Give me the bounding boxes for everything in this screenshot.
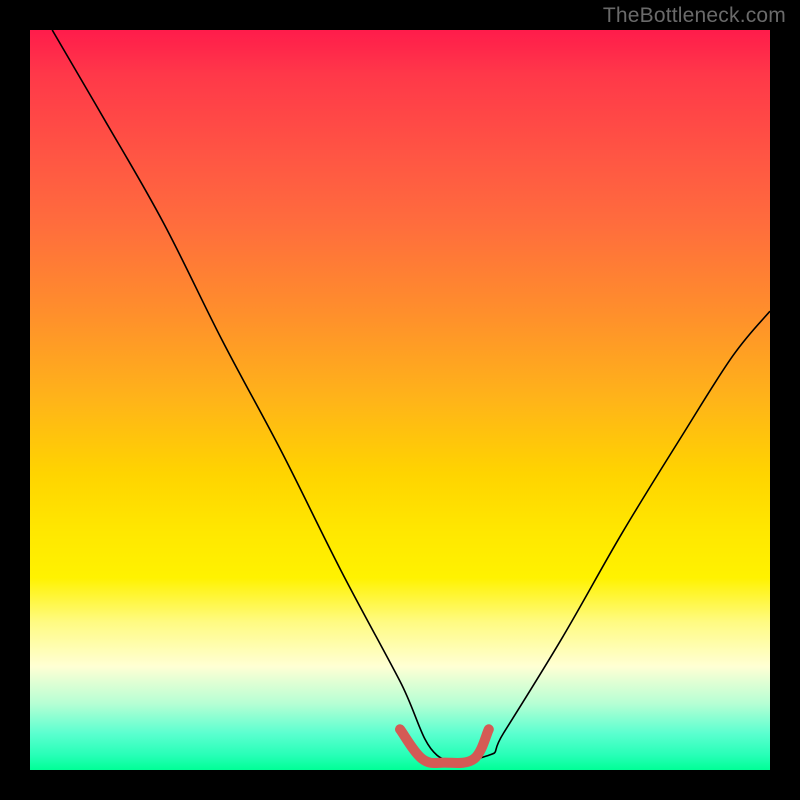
curve-series	[52, 30, 770, 762]
valley-highlight-path	[400, 729, 489, 763]
valley-highlight-series	[400, 729, 489, 763]
curve-path	[52, 30, 770, 762]
chart-frame: TheBottleneck.com	[0, 0, 800, 800]
chart-svg	[30, 30, 770, 770]
watermark-text: TheBottleneck.com	[603, 4, 786, 28]
plot-area	[30, 30, 770, 770]
